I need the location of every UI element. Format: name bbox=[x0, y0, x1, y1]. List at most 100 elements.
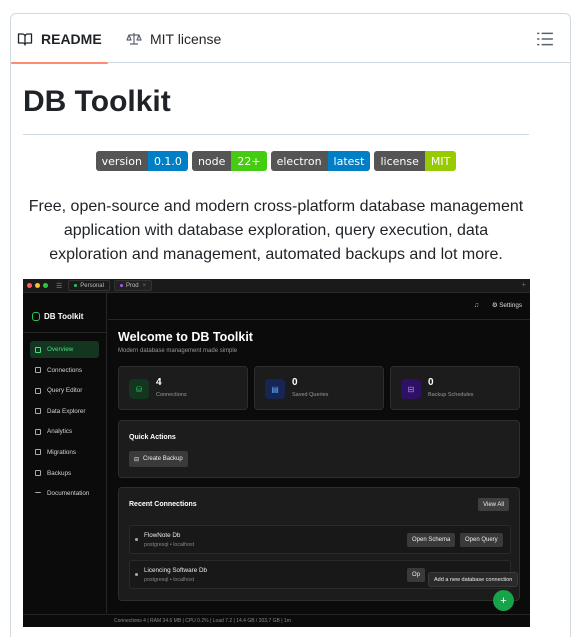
sidebar-item-overview: Overview bbox=[30, 341, 99, 358]
sidebar-item-label: Connections bbox=[47, 366, 83, 374]
status-dot bbox=[135, 538, 138, 541]
stat-card-backup-schedules: ⊟ 0 Backup Schedules bbox=[390, 366, 520, 410]
plus-icon: + bbox=[521, 280, 526, 289]
database-icon bbox=[35, 367, 41, 374]
sidebar-item-analytics: Analytics bbox=[30, 423, 99, 440]
welcome-title: Welcome to DB Toolkit bbox=[118, 330, 253, 344]
badge-electron: electron latest bbox=[270, 151, 371, 171]
stat-card-saved-queries: ▤ 0 Saved Queries bbox=[254, 366, 384, 410]
badge-value: 22+ bbox=[231, 151, 267, 171]
create-backup-button: ⊟ Create Backup bbox=[129, 451, 188, 467]
sidebar-item-migrations: Migrations bbox=[30, 444, 99, 461]
hard-drive-icon: ⊟ bbox=[401, 379, 421, 399]
badge-key: license bbox=[374, 151, 425, 171]
sidebar-item-label: Data Explorer bbox=[47, 407, 86, 415]
maximize-dot-icon bbox=[43, 283, 48, 288]
badge-value: latest bbox=[327, 151, 371, 171]
badge-node: node 22+ bbox=[191, 151, 267, 171]
badge-value: 0.1.0 bbox=[147, 151, 188, 171]
open-schema-label: Open Schema bbox=[412, 537, 451, 543]
stat-label: Connections bbox=[156, 392, 187, 398]
stat-label: Saved Queries bbox=[292, 392, 329, 398]
quick-actions-title: Quick Actions bbox=[129, 434, 176, 441]
stat-value: 0 bbox=[292, 377, 298, 388]
stat-card-connections: ⛁ 4 Connections bbox=[118, 366, 248, 410]
sidebar-item-documentation: Documentation bbox=[30, 485, 99, 502]
hard-drive-icon: ⊟ bbox=[134, 456, 140, 463]
window-tab-label: Prod bbox=[125, 282, 139, 289]
stat-value: 4 bbox=[156, 377, 162, 388]
open-query-button: Open Query bbox=[460, 533, 503, 547]
connection-row: FlowNote Db postgresql • localhost Open … bbox=[129, 525, 511, 554]
quick-actions-panel: Quick Actions ⊟ Create Backup bbox=[118, 420, 520, 478]
window-tab-label: Personal bbox=[80, 282, 104, 289]
gear-icon: ⚙ bbox=[491, 302, 498, 309]
badge-key: version bbox=[95, 151, 148, 171]
list-outline-icon[interactable] bbox=[536, 30, 554, 48]
view-all-button: View All bbox=[478, 498, 509, 511]
badge-key: electron bbox=[270, 151, 328, 171]
menu-icon: ☰ bbox=[56, 282, 63, 290]
code-icon bbox=[35, 387, 41, 394]
bell-icon: ♫ bbox=[473, 302, 479, 309]
database-icon bbox=[32, 311, 40, 321]
sidebar-item-data-explorer: Data Explorer bbox=[30, 403, 99, 420]
app-brand: DB Toolkit bbox=[23, 293, 106, 326]
tab-color-dot bbox=[74, 284, 78, 287]
stat-value: 0 bbox=[428, 377, 434, 388]
close-icon: × bbox=[142, 282, 147, 289]
tab-color-dot bbox=[119, 284, 123, 287]
migration-icon bbox=[35, 449, 41, 456]
file-icon: ▤ bbox=[265, 379, 285, 399]
badge-version: version 0.1.0 bbox=[95, 151, 188, 171]
badge-license: license MIT bbox=[374, 151, 457, 171]
tab-readme-label: README bbox=[41, 30, 102, 47]
sidebar-item-query-editor: Query Editor bbox=[30, 382, 99, 399]
minimize-dot-icon bbox=[35, 283, 40, 288]
open-schema-button: Op bbox=[407, 568, 426, 582]
settings-link: ⚙ Settings bbox=[492, 302, 522, 309]
app-main: ♫ ⚙ Settings Welcome to DB Toolkit Moder… bbox=[108, 293, 530, 613]
open-schema-label: Op bbox=[412, 572, 421, 578]
sidebar-item-label: Backups bbox=[47, 469, 72, 477]
connection-name: FlowNote Db bbox=[144, 532, 181, 539]
stat-label: Backup Schedules bbox=[428, 392, 474, 398]
bar-chart-icon bbox=[35, 428, 41, 435]
settings-label: Settings bbox=[499, 302, 522, 309]
database-icon: ⛁ bbox=[129, 379, 149, 399]
page-title: DB Toolkit bbox=[23, 85, 171, 118]
window-tab-prod: Prod × bbox=[113, 280, 153, 291]
sidebar-divider bbox=[23, 332, 106, 333]
add-connection-button: + bbox=[493, 590, 514, 611]
app-brand-label: DB Toolkit bbox=[44, 311, 84, 321]
connection-name: Licencing Software Db bbox=[144, 567, 208, 574]
readme-content: DB Toolkit version 0.1.0 node 22+ electron la… bbox=[23, 50, 529, 267]
status-dot bbox=[135, 573, 138, 576]
app-sidebar: DB Toolkit Overview Connections Query Ed… bbox=[23, 293, 107, 613]
open-schema-button: Open Schema bbox=[407, 533, 456, 547]
title-divider bbox=[23, 134, 529, 135]
sidebar-item-backups: Backups bbox=[30, 465, 99, 482]
add-connection-tooltip: Add a new database connection bbox=[428, 572, 519, 587]
sidebar-item-label: Migrations bbox=[47, 448, 77, 456]
connection-meta: postgresql • localhost bbox=[144, 542, 195, 548]
open-query-label: Open Query bbox=[465, 537, 498, 543]
badge-row: version 0.1.0 node 22+ electron latest license… bbox=[23, 151, 529, 171]
recent-connections-title: Recent Connections bbox=[129, 501, 197, 508]
sidebar-nav: Overview Connections Query Editor Data E… bbox=[23, 341, 106, 502]
sidebar-item-label: Documentation bbox=[47, 490, 90, 498]
sidebar-item-connections: Connections bbox=[30, 362, 99, 379]
connection-meta: postgresql • localhost bbox=[144, 577, 195, 583]
app-topbar: ♫ ⚙ Settings bbox=[108, 293, 530, 320]
docs-icon bbox=[35, 492, 41, 495]
window-titlebar: ☰ Personal Prod × + bbox=[23, 279, 530, 293]
sidebar-item-label: Analytics bbox=[47, 428, 73, 436]
badge-key: node bbox=[191, 151, 232, 171]
law-scale-icon bbox=[126, 32, 142, 45]
book-icon bbox=[17, 32, 33, 46]
hard-drive-icon bbox=[35, 470, 41, 477]
sidebar-item-label: Query Editor bbox=[47, 387, 83, 395]
sidebar-item-label: Overview bbox=[47, 346, 74, 353]
home-icon bbox=[35, 346, 41, 353]
window-tab-personal: Personal bbox=[68, 280, 110, 291]
